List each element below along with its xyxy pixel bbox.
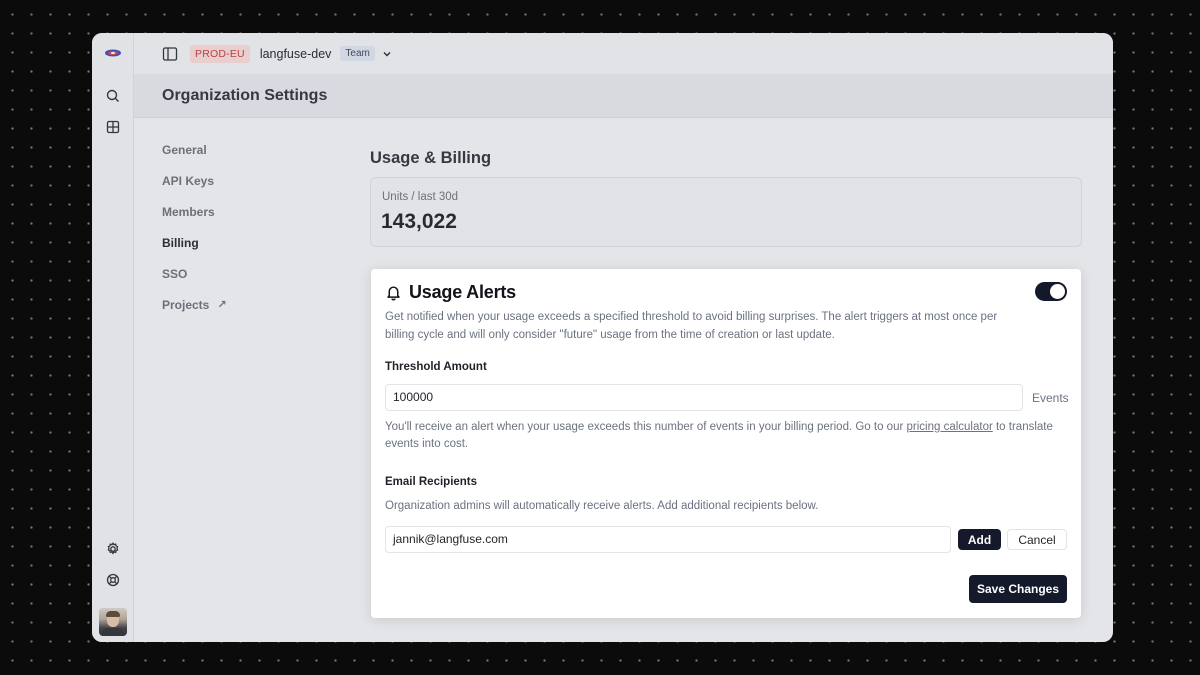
help-text-prefix: You'll receive an alert when your usage … xyxy=(385,421,907,433)
email-recipients-label: Email Recipients xyxy=(385,476,478,488)
bell-icon xyxy=(387,286,400,301)
email-input[interactable]: jannik@langfuse.com xyxy=(385,526,951,553)
pricing-calculator-link[interactable]: pricing calculator xyxy=(907,421,993,433)
save-changes-button[interactable]: Save Changes xyxy=(969,575,1067,603)
usage-alerts-dialog: Usage Alerts Get notified when your usag… xyxy=(371,269,1081,618)
threshold-label: Threshold Amount xyxy=(385,361,487,373)
dialog-title: Usage Alerts xyxy=(409,282,516,302)
email-recipients-note: Organization admins will automatically r… xyxy=(385,500,819,512)
threshold-unit: Events xyxy=(1032,391,1069,405)
threshold-help-text: You'll receive an alert when your usage … xyxy=(385,419,1055,453)
threshold-input[interactable]: 100000 xyxy=(385,384,1023,411)
cancel-button[interactable]: Cancel xyxy=(1007,529,1067,550)
app-window: PROD-EU langfuse-dev Team Organization S… xyxy=(92,33,1113,642)
alerts-enabled-toggle[interactable] xyxy=(1035,282,1067,301)
toggle-knob xyxy=(1050,284,1065,299)
dialog-description: Get notified when your usage exceeds a s… xyxy=(385,311,998,341)
add-button[interactable]: Add xyxy=(958,529,1001,550)
